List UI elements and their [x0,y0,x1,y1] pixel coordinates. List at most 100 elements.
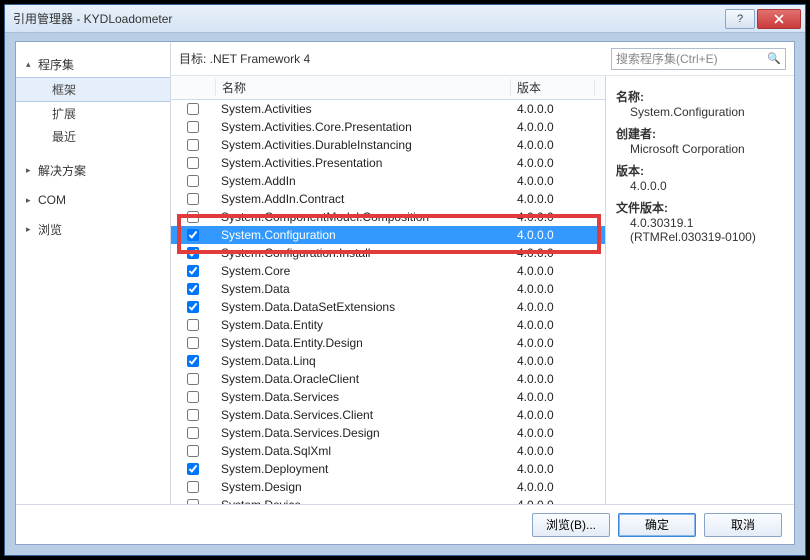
row-version: 4.0.0.0 [511,372,595,386]
row-name: System.Activities.Presentation [215,156,511,170]
row-version: 4.0.0.0 [511,174,595,188]
table-row[interactable]: System.Deployment4.0.0.0 [171,460,605,478]
table-row[interactable]: System.Data.DataSetExtensions4.0.0.0 [171,298,605,316]
row-checkbox[interactable] [187,463,199,475]
row-checkbox[interactable] [187,499,199,504]
details-filever-value2: (RTMRel.030319-0100) [616,230,784,244]
row-version: 4.0.0.0 [511,462,595,476]
help-button[interactable]: ? [725,9,755,29]
table-row[interactable]: System.Activities.Presentation4.0.0.0 [171,154,605,172]
row-name: System.Data.Entity [215,318,511,332]
row-checkbox[interactable] [187,121,199,133]
sidebar: ▴ 程序集 框架 扩展 最近 ▸ 解决方案 ▸ COM ▸ 浏览 [16,42,171,504]
titlebar: 引用管理器 - KYDLoadometer ? [5,5,805,33]
row-name: System.Data.SqlXml [215,444,511,458]
row-name: System.AddIn [215,174,511,188]
col-version[interactable]: 版本 [511,79,595,96]
row-version: 4.0.0.0 [511,354,595,368]
table-row[interactable]: System.Design4.0.0.0 [171,478,605,496]
chevron-right-icon: ▸ [26,224,34,235]
sidebar-item-recent[interactable]: 最近 [16,125,170,148]
sidebar-cat-com[interactable]: ▸ COM [16,189,170,211]
row-version: 4.0.0.0 [511,228,595,242]
row-checkbox[interactable] [187,247,199,259]
row-name: System.Activities [215,102,511,116]
row-name: System.Data [215,282,511,296]
row-checkbox[interactable] [187,409,199,421]
row-name: System.Data.DataSetExtensions [215,300,511,314]
row-name: System.Data.Linq [215,354,511,368]
row-name: System.Deployment [215,462,511,476]
sidebar-item-framework[interactable]: 框架 [16,77,170,102]
details-creator-label: 创建者: [616,125,784,142]
row-checkbox[interactable] [187,391,199,403]
row-checkbox[interactable] [187,229,199,241]
table-row[interactable]: System.Configuration4.0.0.0 [171,226,605,244]
table-row[interactable]: System.Data.Linq4.0.0.0 [171,352,605,370]
row-version: 4.0.0.0 [511,246,595,260]
row-version: 4.0.0.0 [511,282,595,296]
row-version: 4.0.0.0 [511,318,595,332]
sidebar-cat-browse[interactable]: ▸ 浏览 [16,217,170,242]
row-checkbox[interactable] [187,337,199,349]
table-row[interactable]: System.Activities.Core.Presentation4.0.0… [171,118,605,136]
sidebar-item-extensions[interactable]: 扩展 [16,102,170,125]
table-row[interactable]: System.Activities.DurableInstancing4.0.0… [171,136,605,154]
row-checkbox[interactable] [187,355,199,367]
table-row[interactable]: System.Data.Services.Design4.0.0.0 [171,424,605,442]
row-checkbox[interactable] [187,211,199,223]
search-input[interactable]: 搜索程序集(Ctrl+E) 🔍 [611,48,786,70]
row-checkbox[interactable] [187,265,199,277]
sidebar-cat-label: COM [38,193,66,207]
details-panel: 名称: System.Configuration 创建者: Microsoft … [606,76,794,504]
table-row[interactable]: System.Data.OracleClient4.0.0.0 [171,370,605,388]
row-checkbox[interactable] [187,319,199,331]
browse-button[interactable]: 浏览(B)... [532,513,610,537]
sidebar-cat-label: 程序集 [38,56,74,73]
row-checkbox[interactable] [187,139,199,151]
row-name: System.Data.Entity.Design [215,336,511,350]
table-row[interactable]: System.Device4.0.0.0 [171,496,605,504]
row-version: 4.0.0.0 [511,210,595,224]
chevron-down-icon: ▴ [26,59,34,70]
sidebar-cat-label: 解决方案 [38,162,86,179]
ok-button[interactable]: 确定 [618,513,696,537]
sidebar-cat-solution[interactable]: ▸ 解决方案 [16,158,170,183]
table-row[interactable]: System.Data.Services4.0.0.0 [171,388,605,406]
cancel-button[interactable]: 取消 [704,513,782,537]
col-name[interactable]: 名称 [215,79,511,96]
row-checkbox[interactable] [187,427,199,439]
assembly-list[interactable]: System.Activities4.0.0.0System.Activitie… [171,100,605,504]
table-row[interactable]: System.AddIn.Contract4.0.0.0 [171,190,605,208]
row-checkbox[interactable] [187,481,199,493]
row-checkbox[interactable] [187,175,199,187]
row-version: 4.0.0.0 [511,408,595,422]
close-button[interactable] [757,9,801,29]
row-name: System.Design [215,480,511,494]
details-name-label: 名称: [616,88,784,105]
sidebar-cat-assemblies[interactable]: ▴ 程序集 [16,52,170,77]
row-checkbox[interactable] [187,301,199,313]
table-row[interactable]: System.Data4.0.0.0 [171,280,605,298]
row-checkbox[interactable] [187,283,199,295]
window-title: 引用管理器 - KYDLoadometer [13,10,724,27]
row-checkbox[interactable] [187,445,199,457]
row-version: 4.0.0.0 [511,120,595,134]
table-row[interactable]: System.Data.Entity4.0.0.0 [171,316,605,334]
row-version: 4.0.0.0 [511,498,595,504]
chevron-right-icon: ▸ [26,195,34,206]
table-row[interactable]: System.Core4.0.0.0 [171,262,605,280]
row-checkbox[interactable] [187,193,199,205]
table-row[interactable]: System.Data.Services.Client4.0.0.0 [171,406,605,424]
table-row[interactable]: System.AddIn4.0.0.0 [171,172,605,190]
table-row[interactable]: System.Configuration.Install4.0.0.0 [171,244,605,262]
row-version: 4.0.0.0 [511,336,595,350]
table-row[interactable]: System.ComponentModel.Composition4.0.0.0 [171,208,605,226]
row-checkbox[interactable] [187,373,199,385]
row-checkbox[interactable] [187,103,199,115]
row-name: System.ComponentModel.Composition [215,210,511,224]
table-row[interactable]: System.Activities4.0.0.0 [171,100,605,118]
table-row[interactable]: System.Data.SqlXml4.0.0.0 [171,442,605,460]
row-checkbox[interactable] [187,157,199,169]
table-row[interactable]: System.Data.Entity.Design4.0.0.0 [171,334,605,352]
